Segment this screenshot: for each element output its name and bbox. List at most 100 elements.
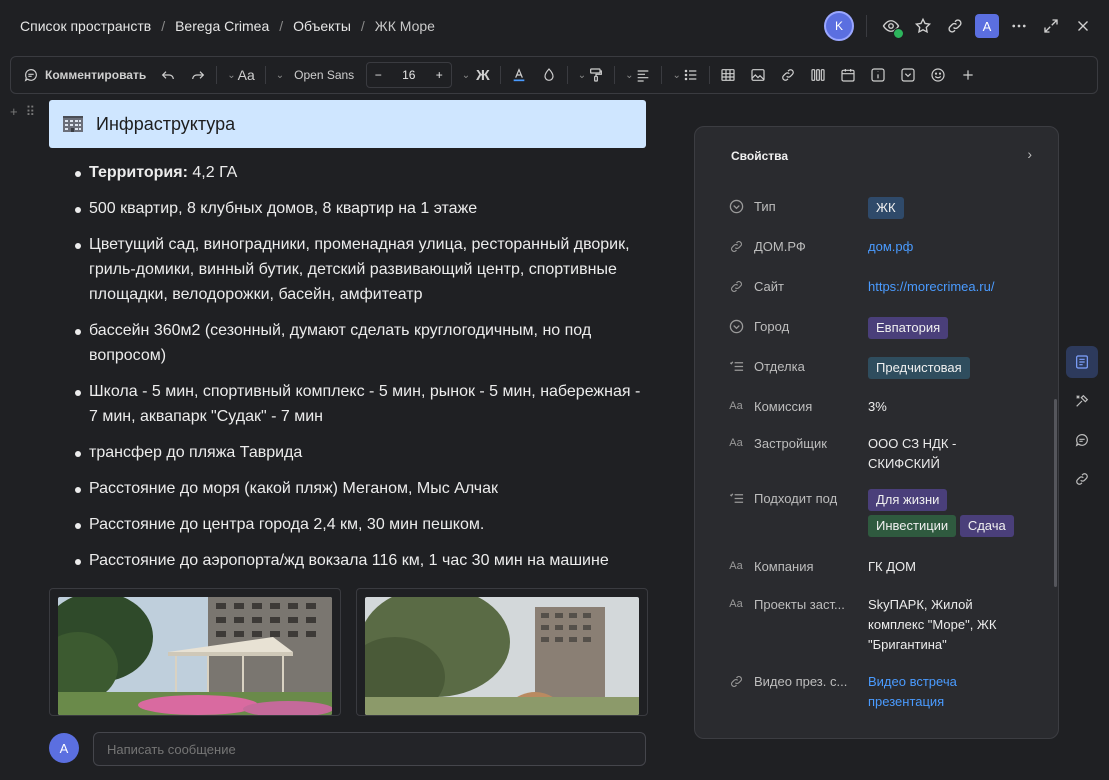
breadcrumb-current-page: ЖК Море [374,18,435,34]
property-label: Сайт [754,279,784,294]
list-item[interactable]: 500 квартир, 8 клубных домов, 8 квартир … [72,196,642,221]
watch-icon[interactable] [879,14,904,39]
star-icon[interactable] [911,14,935,38]
chevron-down-icon: ⌄ [227,69,236,81]
bold-icon: Ж [476,66,490,84]
add-block-icon[interactable]: + [10,104,18,120]
expand-icon[interactable] [1039,14,1063,38]
add-icon[interactable] [956,62,980,88]
font-size-stepper[interactable]: − 16 + [365,62,452,88]
bold-button[interactable]: ⌄ Ж [458,62,494,88]
text-style-dropdown[interactable]: ⌄ Aa [223,62,259,88]
property-label: Компания [754,559,814,574]
property-label: Видео през. с... [754,674,848,689]
property-finishing: Отделка Предчистовая [727,357,1034,379]
align-left-icon [638,70,649,82]
links-icon[interactable] [1066,463,1098,495]
list-item[interactable]: Цветущий сад, виноградники, променадная … [72,232,642,307]
highlight-icon[interactable] [537,62,561,88]
dropdown-icon [727,317,745,335]
property-type: Тип ЖК [727,197,1034,219]
image-icon[interactable] [746,62,770,88]
list-item[interactable]: Расстояние до моря (какой пляж) Меганом,… [72,476,642,501]
panel-scrollbar[interactable] [1054,399,1057,587]
comments-icon[interactable] [1066,424,1098,456]
photo-playground [365,597,639,715]
property-value[interactable]: 3% [868,397,1034,417]
property-commission: Aa Комиссия 3% [727,397,1034,417]
chevron-down-icon: ⌄ [275,69,285,81]
font-size-increase[interactable]: + [436,68,443,82]
heading-block[interactable]: Инфраструктура [49,100,646,148]
comment-button[interactable]: Комментировать [19,62,150,88]
font-family-dropdown[interactable]: ⌄ Open Sans [272,62,360,88]
tag[interactable]: Инвестиции [868,515,957,537]
tag[interactable]: Для жизни [868,489,948,511]
user-avatar: A [49,733,79,763]
tag[interactable]: ЖК [868,197,904,219]
building-icon [63,116,83,132]
property-value[interactable]: ГК ДОМ [868,557,1034,577]
editor-toolbar: Комментировать ⌄ Aa ⌄ Open Sans − 16 + ⌄… [10,56,1098,94]
text-icon: Aa [729,400,743,412]
property-label: Застройщик [754,436,827,451]
close-icon[interactable] [1071,14,1095,38]
emoji-icon[interactable] [926,62,950,88]
list-button[interactable]: ⌄ [668,62,702,88]
list-item[interactable]: Школа - 5 мин, спортивный комплекс - 5 м… [72,379,642,429]
property-value[interactable]: SkyПАРК, Жилой комплекс "Море", ЖК "Бриг… [868,595,1018,655]
list-item[interactable]: трансфер до пляжа Таврида [72,440,642,465]
link-icon[interactable] [943,14,967,38]
link-insert-icon[interactable] [776,62,800,88]
property-link[interactable]: https://morecrimea.ru/ [868,277,1034,297]
redo-icon[interactable] [186,62,210,88]
tag[interactable]: Сдача [959,515,1014,537]
property-label: Проекты заст... [754,597,845,612]
tag[interactable]: Евпатория [868,317,949,339]
property-city: Город Евпатория [727,317,1034,339]
property-label: Город [754,319,790,334]
columns-icon[interactable] [806,62,830,88]
info-icon[interactable] [866,62,890,88]
user-avatar[interactable]: K [824,11,854,41]
image-block[interactable] [49,588,341,716]
link-icon [727,237,745,255]
divider [661,66,663,84]
image-block[interactable] [356,588,648,716]
property-link[interactable]: Видео встреча презентация [868,672,978,712]
comment-icon [24,69,37,82]
undo-icon[interactable] [156,62,180,88]
align-button[interactable]: ⌄ [621,62,655,88]
property-value[interactable]: ООО СЗ НДК - СКИФСКИЙ [868,434,988,474]
drag-handle-icon[interactable]: ⠿ [26,104,36,120]
chevron-right-icon[interactable]: › [1027,146,1032,162]
multiselect-icon [727,357,745,375]
list-item[interactable]: Расстояние до центра города 2,4 км, 30 м… [72,512,642,537]
property-site: Сайт https://morecrimea.ru/ [727,277,1034,297]
tools-icon[interactable] [1066,385,1098,417]
property-link[interactable]: дом.рф [868,237,1034,257]
toggle-block-icon[interactable] [896,62,920,88]
link-icon [727,672,745,690]
properties-tab-icon[interactable] [1066,346,1098,378]
list-item[interactable]: Расстояние до аэропорта/жд вокзала 116 к… [72,548,642,573]
calendar-icon[interactable] [836,62,860,88]
more-icon[interactable] [1007,14,1031,38]
message-input[interactable] [93,732,646,766]
table-icon[interactable] [716,62,740,88]
property-label: Подходит под [754,491,838,506]
tag[interactable]: Предчистовая [868,357,970,379]
breadcrumb-spaces[interactable]: Список пространств [20,18,151,34]
breadcrumb-objects[interactable]: Объекты [293,18,351,34]
font-size-decrease[interactable]: − [375,68,382,82]
font-size-value[interactable]: 16 [402,68,415,82]
account-avatar[interactable]: A [975,14,999,38]
comment-label: Комментировать [45,68,147,82]
list-item[interactable]: Территория: 4,2 ГА [72,160,642,185]
format-painter-button[interactable]: ⌄ [574,62,608,88]
breadcrumb-space[interactable]: Berega Crimea [175,18,269,34]
list-item[interactable]: бассейн 360м2 (сезонный, думают сделать … [72,318,642,368]
property-developer: Aa Застройщик ООО СЗ НДК - СКИФСКИЙ [727,434,988,474]
text-color-icon[interactable] [507,62,531,88]
property-suitable-for: Подходит под Для жизни Инвестиции Сдача [727,489,1028,537]
